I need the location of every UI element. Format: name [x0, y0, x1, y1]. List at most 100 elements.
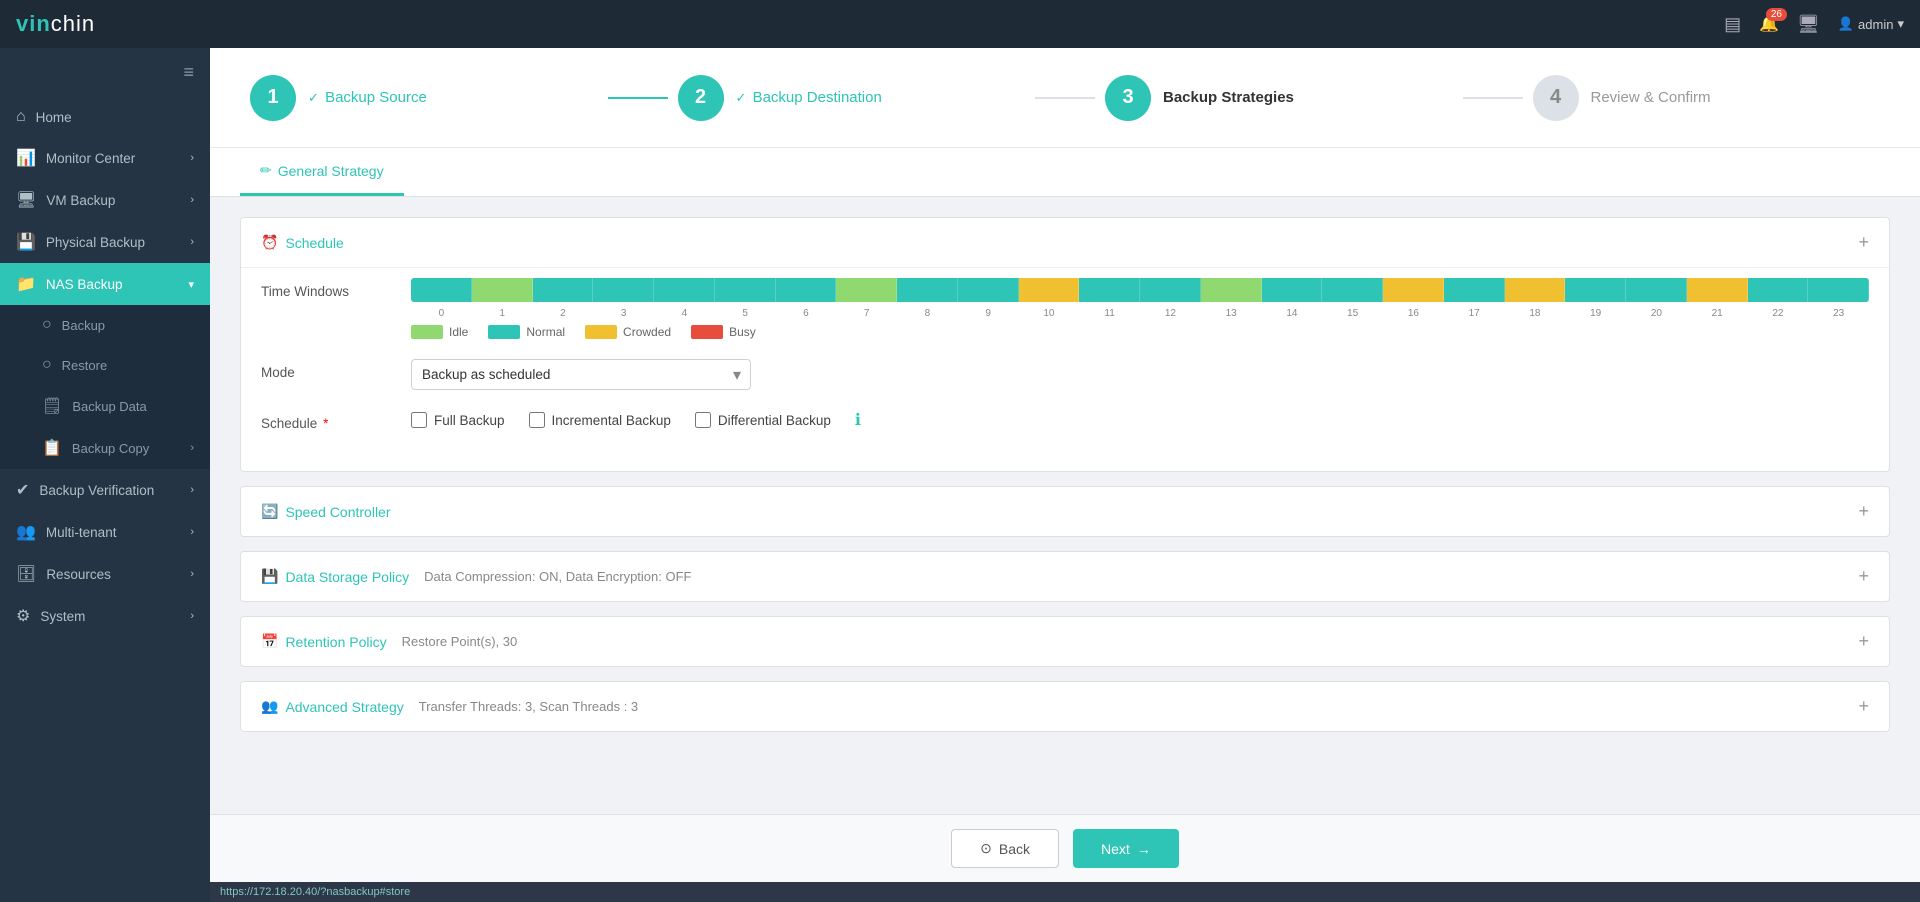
time-segment-18[interactable]	[1505, 278, 1566, 302]
content-area: 1 ✓ Backup Source 2 ✓ Backup Destination…	[210, 48, 1920, 902]
data-storage-section: 💾 Data Storage Policy Data Compression: …	[240, 551, 1890, 602]
mode-select[interactable]: Backup as scheduled Always backup Never …	[411, 359, 751, 390]
time-segment-7[interactable]	[836, 278, 897, 302]
speed-controller-header[interactable]: 🔄 Speed Controller +	[241, 487, 1889, 536]
legend: Idle Normal Crowded	[411, 325, 1869, 339]
topbar-right: ▤ 🔔 26 🖥 👤 admin ▾	[1724, 14, 1904, 35]
advanced-icon: 👥	[261, 698, 278, 715]
time-segment-2[interactable]	[533, 278, 594, 302]
time-segment-4[interactable]	[654, 278, 715, 302]
speed-expand-icon[interactable]: +	[1858, 501, 1869, 522]
time-segment-23[interactable]	[1808, 278, 1869, 302]
time-segment-5[interactable]	[715, 278, 776, 302]
data-storage-expand-icon[interactable]: +	[1858, 566, 1869, 587]
schedule-info-icon[interactable]: ℹ	[855, 410, 861, 430]
advanced-expand-icon[interactable]: +	[1858, 696, 1869, 717]
time-segment-12[interactable]	[1140, 278, 1201, 302]
monitor-icon[interactable]: 🖥	[1797, 14, 1820, 35]
messages-icon[interactable]: ▤	[1724, 14, 1741, 35]
data-storage-icon: 💾	[261, 568, 278, 585]
sidebar-item-backup-verification[interactable]: ✔ Backup Verification ›	[0, 469, 210, 511]
sidebar-item-restore-label: Restore	[62, 358, 108, 373]
sidebar: ≡ ⌂ Home 📊 Monitor Center › 🖥 VM Backup …	[0, 48, 210, 902]
retention-expand-icon[interactable]: +	[1858, 631, 1869, 652]
hamburger-button[interactable]: ≡	[0, 48, 210, 97]
time-label-15: 15	[1322, 308, 1383, 319]
crowded-label: Crowded	[623, 325, 671, 339]
time-segment-14[interactable]	[1262, 278, 1323, 302]
nas-backup-icon: 📁	[16, 274, 36, 294]
sidebar-item-multi-tenant[interactable]: 👥 Multi-tenant ›	[0, 511, 210, 553]
time-segment-17[interactable]	[1444, 278, 1505, 302]
incremental-backup-checkbox[interactable]	[529, 412, 545, 428]
time-segment-9[interactable]	[958, 278, 1019, 302]
mode-field: Backup as scheduled Always backup Never …	[411, 359, 1869, 390]
sidebar-item-backup-data[interactable]: 🗒 Backup Data	[0, 385, 210, 427]
time-segment-15[interactable]	[1322, 278, 1383, 302]
advanced-strategy-header[interactable]: 👥 Advanced Strategy Transfer Threads: 3,…	[241, 682, 1889, 731]
speed-controller-title: 🔄 Speed Controller	[261, 503, 391, 520]
time-label-7: 7	[836, 308, 897, 319]
data-storage-header[interactable]: 💾 Data Storage Policy Data Compression: …	[241, 552, 1889, 601]
sidebar-item-physical-backup[interactable]: 💾 Physical Backup ›	[0, 221, 210, 263]
time-segment-1[interactable]	[472, 278, 533, 302]
vm-arrow-icon: ›	[190, 194, 194, 206]
incremental-backup-label: Incremental Backup	[552, 413, 671, 428]
differential-backup-checkbox[interactable]	[695, 412, 711, 428]
time-segment-22[interactable]	[1748, 278, 1809, 302]
vm-backup-icon: 🖥	[16, 190, 36, 210]
time-segment-8[interactable]	[897, 278, 958, 302]
legend-busy: Busy	[691, 325, 756, 339]
time-label-10: 10	[1019, 308, 1080, 319]
monitor-center-icon: 📊	[16, 148, 36, 168]
sidebar-item-backup-label: Backup	[62, 318, 105, 333]
schedule-options-label: Schedule *	[261, 410, 391, 431]
sidebar-item-vm-backup[interactable]: 🖥 VM Backup ›	[0, 179, 210, 221]
time-label-3: 3	[593, 308, 654, 319]
sidebar-item-resources[interactable]: 🗄 Resources ›	[0, 553, 210, 595]
legend-crowded: Crowded	[585, 325, 671, 339]
full-backup-checkbox[interactable]	[411, 412, 427, 428]
time-segment-16[interactable]	[1383, 278, 1444, 302]
schedule-checkboxes: Full Backup Incremental Backup Different…	[411, 410, 1869, 430]
time-segment-19[interactable]	[1565, 278, 1626, 302]
back-button[interactable]: ⊙ Back	[951, 829, 1059, 868]
time-segment-6[interactable]	[776, 278, 837, 302]
sidebar-item-backup[interactable]: ○ Backup	[0, 305, 210, 345]
next-button[interactable]: Next →	[1073, 829, 1179, 868]
verification-icon: ✔	[16, 480, 29, 500]
sidebar-item-home[interactable]: ⌂ Home	[0, 97, 210, 137]
time-segment-11[interactable]	[1079, 278, 1140, 302]
time-label-8: 8	[897, 308, 958, 319]
sidebar-item-system[interactable]: ⚙ System ›	[0, 595, 210, 637]
time-label-4: 4	[654, 308, 715, 319]
sidebar-item-restore[interactable]: ○ Restore	[0, 345, 210, 385]
logo-chin: chin	[51, 11, 95, 36]
time-segment-3[interactable]	[593, 278, 654, 302]
sidebar-item-monitor[interactable]: 📊 Monitor Center ›	[0, 137, 210, 179]
time-segment-10[interactable]	[1019, 278, 1080, 302]
retention-subtitle: Restore Point(s), 30	[402, 634, 518, 649]
user-menu[interactable]: 👤 admin ▾	[1838, 16, 1904, 32]
retention-policy-header[interactable]: 📅 Retention Policy Restore Point(s), 30 …	[241, 617, 1889, 666]
logo-vin: vin	[16, 11, 51, 36]
tab-general-strategy[interactable]: ✏ General Strategy	[240, 148, 404, 196]
crowded-color	[585, 325, 617, 339]
time-segment-13[interactable]	[1201, 278, 1262, 302]
time-segment-0[interactable]	[411, 278, 472, 302]
multi-tenant-arrow-icon: ›	[190, 526, 194, 538]
system-icon: ⚙	[16, 606, 30, 626]
time-windows-row: Time Windows 012345678910111213141516171…	[261, 278, 1869, 339]
time-segment-21[interactable]	[1687, 278, 1748, 302]
sidebar-item-nas-backup[interactable]: 📁 NAS Backup ▾	[0, 263, 210, 305]
schedule-header[interactable]: ⏰ Schedule +	[241, 218, 1889, 267]
schedule-expand-icon[interactable]: +	[1858, 232, 1869, 253]
sidebar-item-backup-data-label: Backup Data	[72, 399, 146, 414]
full-backup-option: Full Backup	[411, 412, 505, 428]
backup-dot-icon: ○	[42, 316, 52, 334]
sidebar-item-backup-copy-sub[interactable]: 📋 Backup Copy ›	[0, 427, 210, 469]
time-segment-20[interactable]	[1626, 278, 1687, 302]
differential-backup-option: Differential Backup	[695, 412, 831, 428]
backup-data-icon: 🗒	[42, 396, 62, 416]
notification-bell[interactable]: 🔔 26	[1759, 14, 1779, 34]
